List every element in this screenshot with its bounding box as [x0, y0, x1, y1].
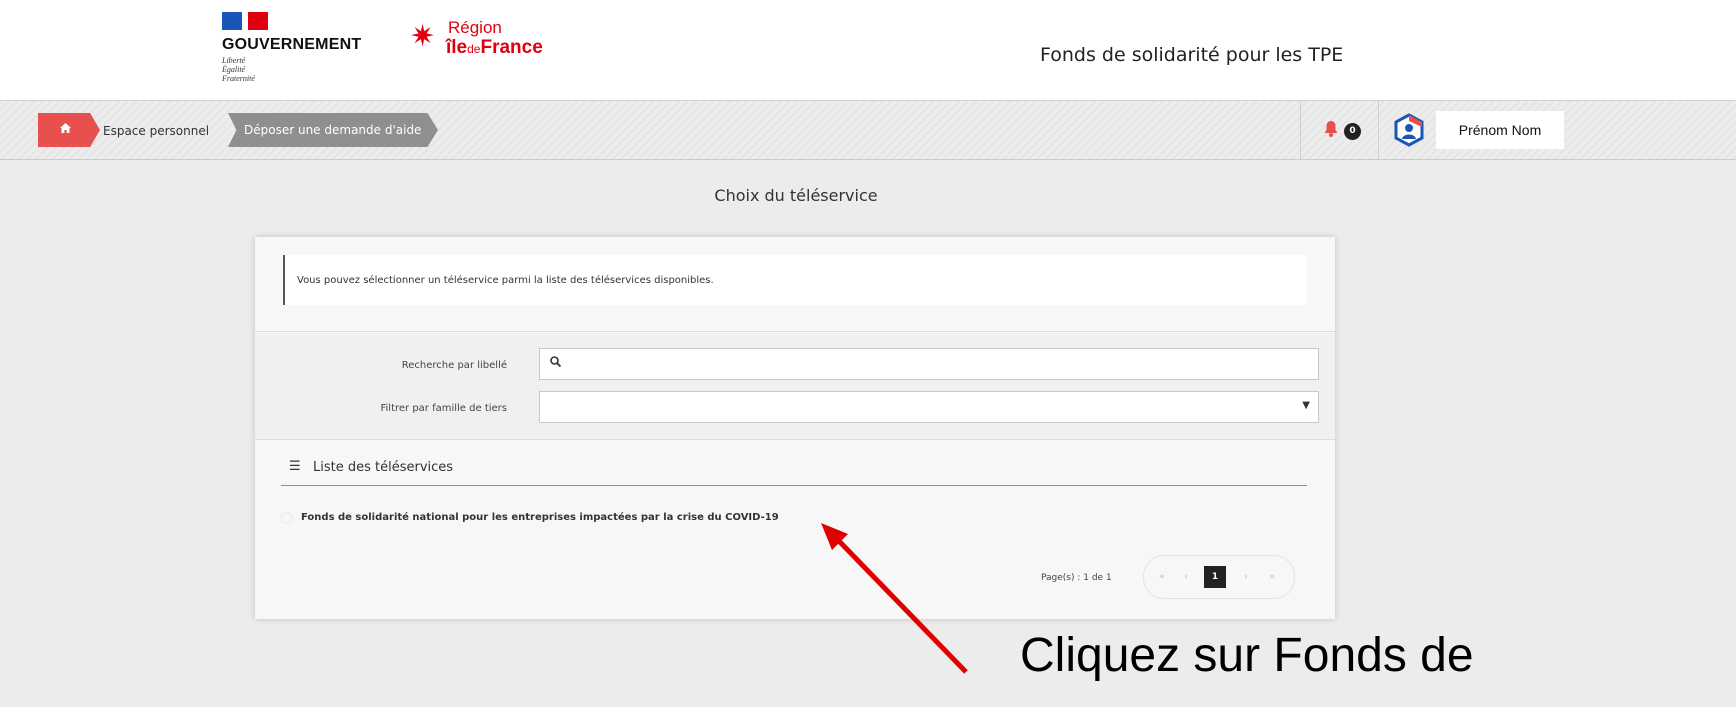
annotation-arrow — [821, 523, 968, 674]
annotation-text: Cliquez sur Fonds de — [1020, 629, 1474, 682]
